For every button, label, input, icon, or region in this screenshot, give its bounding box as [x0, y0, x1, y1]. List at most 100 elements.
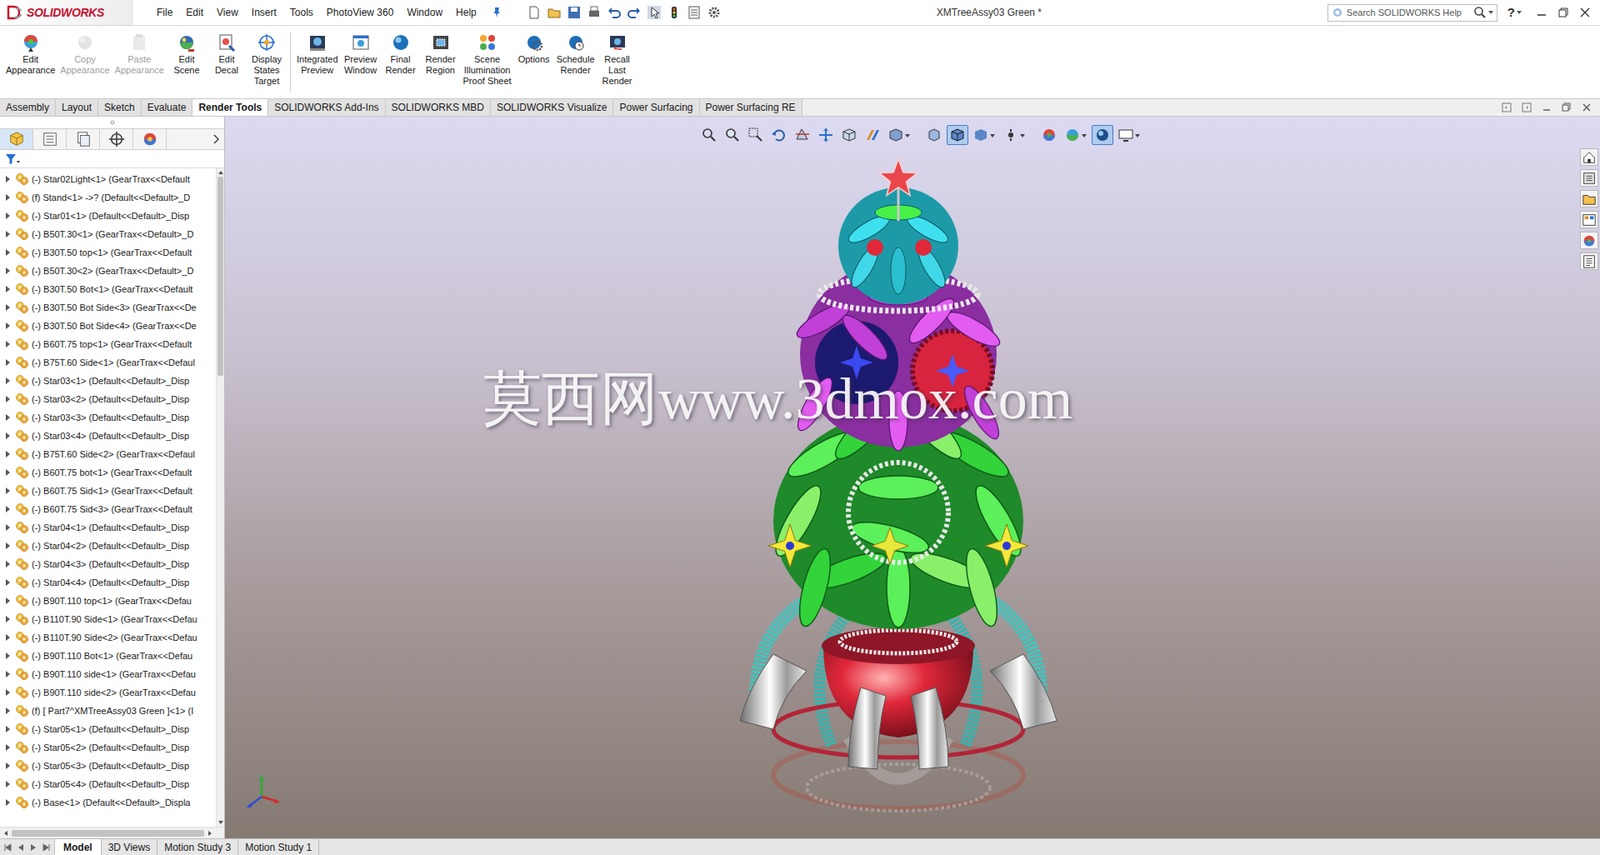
ribbon-button[interactable]: EditScene — [166, 32, 207, 76]
graphics-area[interactable]: 莫西网www.3dmox.com — [225, 116, 1600, 839]
expand-arrow-icon[interactable] — [3, 706, 12, 715]
task-pane-tab[interactable] — [1580, 148, 1599, 166]
panel-tab[interactable] — [100, 129, 134, 150]
ribbon-button[interactable]: SceneIlluminationProof Sheet — [460, 32, 515, 87]
panel-tab[interactable] — [133, 129, 167, 150]
first-tab-icon[interactable] — [3, 842, 14, 853]
command-tab[interactable]: Layout — [55, 99, 99, 116]
tree-item[interactable]: (-) B60T.75 top<1> (GearTrax<<Default — [0, 335, 216, 354]
command-tab[interactable]: SOLIDWORKS Add-Ins — [268, 99, 385, 116]
tree-item[interactable]: (-) B30T.50 top<1> (GearTrax<<Default — [0, 243, 216, 262]
app-logo[interactable]: SOLIDWORKS — [0, 0, 134, 25]
tree-item[interactable]: (-) B110T.90 Side<2> (GearTrax<<Defau — [0, 628, 216, 647]
view-toolbar-button[interactable] — [768, 125, 790, 145]
tree-item[interactable]: (-) Star05<2> (Default<<Default>_Disp — [0, 738, 216, 757]
tree-item[interactable]: (f) Stand<1> ->? (Default<<Default>_D — [0, 188, 216, 207]
expand-arrow-icon[interactable] — [3, 743, 12, 752]
tree-item[interactable]: (-) B60T.75 bot<1> (GearTrax<<Default — [0, 463, 216, 482]
minimize-icon[interactable] — [1536, 7, 1547, 18]
more-tabs-icon[interactable] — [212, 134, 220, 145]
last-tab-icon[interactable] — [40, 842, 51, 853]
ribbon-button[interactable]: RecallLastRender — [597, 32, 638, 87]
view-toolbar-button[interactable] — [1038, 125, 1060, 145]
tree-item[interactable]: (-) Star04<1> (Default<<Default>_Disp — [0, 518, 216, 537]
view-toolbar-button[interactable] — [885, 125, 914, 145]
scroll-down-icon[interactable] — [216, 818, 225, 827]
expand-arrow-icon[interactable] — [3, 725, 12, 734]
tree-item[interactable]: (-) Star05<4> (Default<<Default>_Disp — [0, 775, 216, 794]
view-toolbar-button[interactable] — [838, 125, 860, 145]
menu-item[interactable]: Insert — [245, 2, 284, 23]
command-tab[interactable]: Assembly — [0, 99, 56, 116]
search-icon[interactable] — [1473, 5, 1487, 20]
menu-item[interactable]: Tools — [283, 2, 320, 23]
expand-arrow-icon[interactable] — [3, 486, 12, 495]
menu-item[interactable]: PhotoView 360 — [320, 2, 401, 23]
tree-item[interactable]: (-) B60T.75 Sid<1> (GearTrax<<Default — [0, 481, 216, 500]
ribbon-button[interactable]: DisplayStatesTarget — [246, 32, 287, 87]
ribbon-button[interactable]: EditAppearance — [3, 32, 58, 76]
tree-item[interactable]: (-) B30T.50 Bot<1> (GearTrax<<Default — [0, 280, 216, 299]
ribbon-button[interactable]: IntegratedPreview — [294, 32, 341, 76]
vertical-scrollbar[interactable] — [215, 168, 225, 827]
horizontal-scrollbar[interactable] — [0, 826, 225, 839]
expand-arrow-icon[interactable] — [3, 395, 12, 404]
file-properties-icon[interactable] — [686, 5, 702, 20]
expand-arrow-icon[interactable] — [3, 431, 12, 440]
expand-arrow-icon[interactable] — [3, 596, 12, 605]
ribbon-button[interactable]: CopyAppearance — [57, 32, 112, 76]
expand-arrow-icon[interactable] — [3, 780, 12, 789]
panel-tab[interactable] — [0, 129, 34, 150]
tree-item[interactable]: (-) Star02Light<1> (GearTrax<<Default — [0, 170, 216, 189]
dropdown-arrow-icon[interactable] — [1134, 126, 1141, 144]
menu-item[interactable]: Help — [449, 2, 484, 23]
undo-icon[interactable] — [606, 5, 622, 20]
ribbon-button[interactable]: RenderRegion — [420, 32, 461, 76]
command-tab[interactable]: Sketch — [98, 99, 142, 116]
print-icon[interactable] — [586, 5, 602, 20]
view-toolbar-button[interactable] — [1091, 125, 1114, 145]
doc-close-icon[interactable] — [1581, 102, 1592, 113]
tree-item[interactable]: (-) B50T.30<2> (GearTrax<<Default>_D — [0, 261, 216, 280]
dropdown-arrow-icon[interactable] — [989, 126, 996, 144]
save-icon[interactable] — [566, 5, 582, 20]
tile-right-icon[interactable] — [1521, 102, 1532, 113]
view-toolbar-button[interactable] — [1061, 125, 1090, 145]
expand-arrow-icon[interactable] — [3, 468, 12, 477]
task-pane-tab[interactable] — [1580, 210, 1599, 229]
view-toolbar-button[interactable] — [1115, 125, 1144, 145]
view-toolbar-button[interactable] — [861, 125, 884, 145]
command-tab[interactable]: Render Tools — [192, 99, 269, 116]
doc-minimize-icon[interactable] — [1541, 102, 1552, 113]
expand-arrow-icon[interactable] — [3, 450, 12, 459]
expand-arrow-icon[interactable] — [3, 285, 12, 294]
scroll-left-icon[interactable] — [1, 829, 10, 838]
scroll-thumb[interactable] — [217, 176, 224, 376]
tree-item[interactable]: (-) B90T.110 top<1> (GearTrax<<Defau — [0, 591, 216, 610]
dropdown-arrow-icon[interactable] — [1080, 126, 1088, 144]
view-toolbar-button[interactable] — [970, 125, 999, 145]
expand-arrow-icon[interactable] — [3, 230, 12, 239]
bottom-tab[interactable]: Model — [54, 839, 102, 855]
tree-item[interactable]: (-) Base<1> (Default<<Default>_Displa — [0, 793, 216, 812]
command-tab[interactable]: Evaluate — [141, 99, 194, 116]
ribbon-button[interactable]: PreviewWindow — [340, 32, 381, 76]
expand-arrow-icon[interactable] — [3, 303, 12, 312]
previous-tab-icon[interactable] — [15, 842, 26, 853]
tree-item[interactable]: (-) B60T.75 Sid<3> (GearTrax<<Default — [0, 500, 216, 519]
bottom-tab[interactable]: 3D Views — [101, 839, 158, 855]
expand-arrow-icon[interactable] — [3, 633, 12, 642]
command-tab[interactable]: Power Surfacing — [613, 99, 700, 116]
expand-arrow-icon[interactable] — [3, 688, 12, 697]
options-icon[interactable] — [706, 5, 722, 20]
open-icon[interactable] — [546, 5, 562, 20]
expand-arrow-icon[interactable] — [3, 615, 12, 624]
tree-item[interactable]: (-) Star04<3> (Default<<Default>_Disp — [0, 555, 216, 574]
expand-arrow-icon[interactable] — [3, 578, 12, 587]
tree-item[interactable]: (-) Star05<3> (Default<<Default>_Disp — [0, 756, 216, 775]
view-toolbar-button[interactable] — [745, 125, 767, 145]
expand-arrow-icon[interactable] — [3, 798, 12, 807]
tree-item[interactable]: (f) [ Part7^XMTreeAssy03 Green ]<1> (I — [0, 701, 216, 720]
expand-arrow-icon[interactable] — [3, 413, 12, 422]
tree-item[interactable]: (-) B90T.110 Bot<1> (GearTrax<<Defau — [0, 646, 216, 665]
